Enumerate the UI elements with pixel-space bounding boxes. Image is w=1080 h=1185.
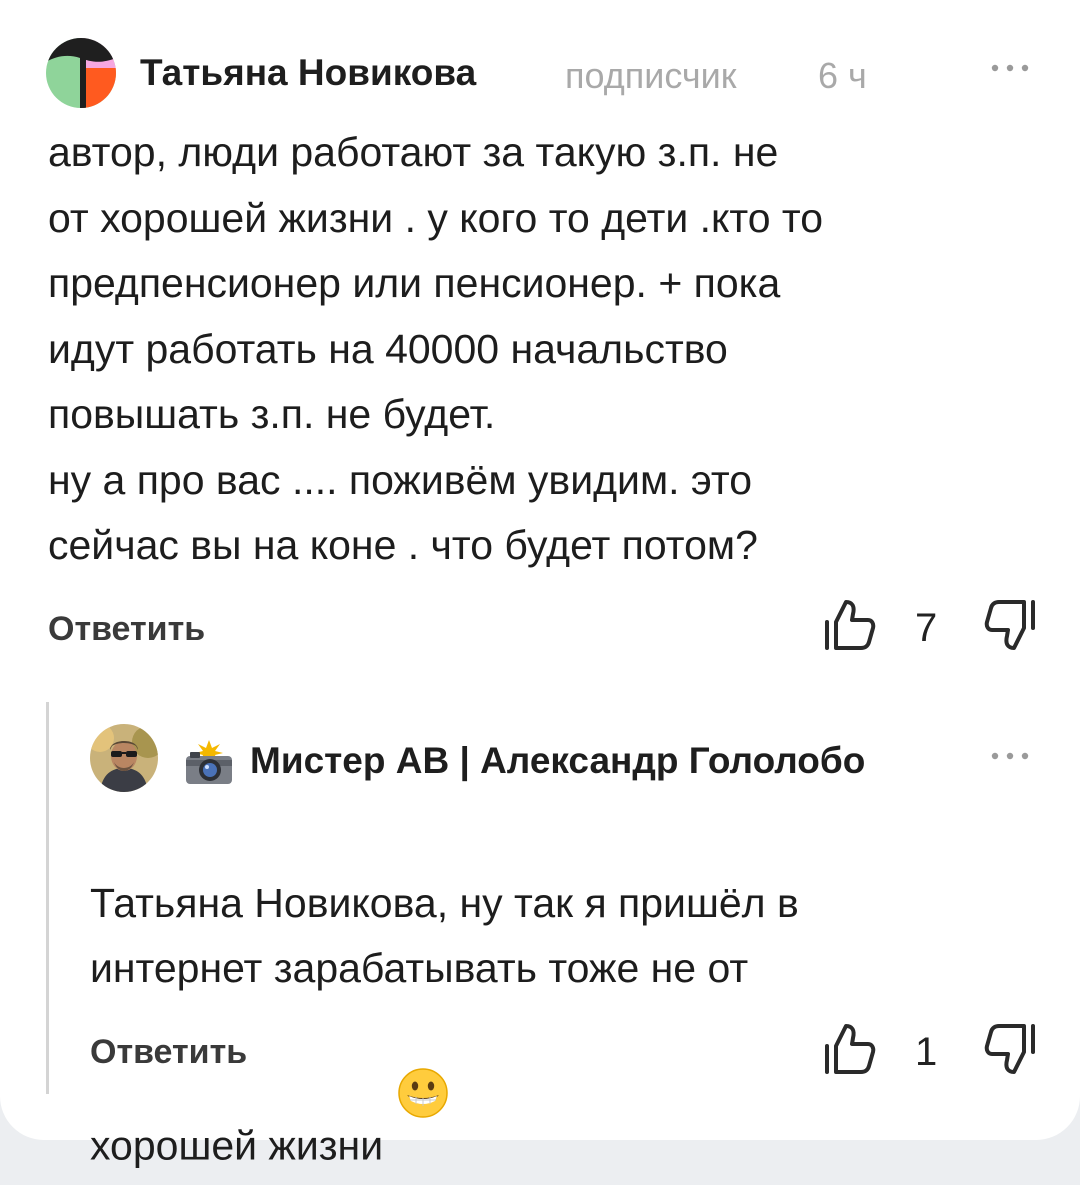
avatar-image bbox=[90, 724, 158, 792]
comment-text: автор, люди работают за такую з.п. не от… bbox=[48, 129, 824, 568]
author-name[interactable]: Татьяна Новикова bbox=[140, 52, 476, 94]
dislike-icon[interactable] bbox=[982, 598, 1038, 652]
more-icon[interactable] bbox=[988, 58, 1034, 78]
like-icon[interactable] bbox=[822, 1022, 878, 1076]
grinning-face-icon bbox=[397, 1002, 449, 1118]
author-name[interactable]: Мистер АВ | Александр Гололобо bbox=[250, 740, 865, 782]
like-icon[interactable] bbox=[822, 598, 878, 652]
more-icon[interactable] bbox=[988, 746, 1034, 766]
avatar[interactable] bbox=[46, 38, 116, 108]
comment-time: 6 ч bbox=[818, 55, 867, 96]
subscriber-badge: подписчик bbox=[565, 55, 737, 96]
reply-comment: Мистер АВ | Александр Гололобо Татьяна Н… bbox=[0, 700, 1080, 1168]
like-count: 7 bbox=[915, 606, 938, 650]
reply-comment-text: Татьяна Новикова, ну так я пришёл в инте… bbox=[90, 805, 1050, 1179]
reply-button[interactable]: Ответить bbox=[90, 1033, 247, 1072]
camera-flash-icon bbox=[182, 738, 236, 786]
dislike-icon[interactable] bbox=[982, 1022, 1038, 1076]
reply-button[interactable]: Ответить bbox=[48, 610, 205, 649]
comments-card: Татьяна Новикова подписчик 6 ч автор, лю… bbox=[0, 0, 1080, 1168]
comment: Татьяна Новикова подписчик 6 ч автор, лю… bbox=[0, 0, 1080, 680]
avatar-image bbox=[46, 38, 116, 108]
like-count: 1 bbox=[915, 1030, 938, 1074]
avatar[interactable] bbox=[90, 724, 158, 792]
